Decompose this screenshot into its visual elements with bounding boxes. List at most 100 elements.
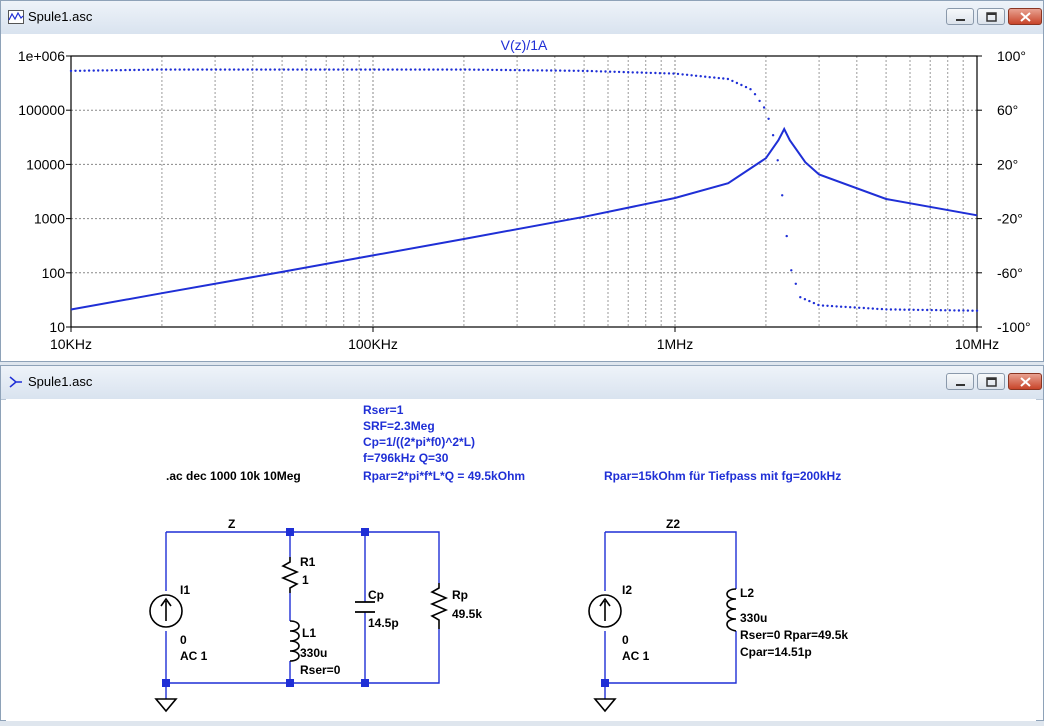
ground-right-icon[interactable] [593,698,617,713]
phase-point [672,72,675,75]
l2-rser-rpar[interactable]: Rser=0 Rpar=49.5k [740,628,848,642]
phase-point [613,70,616,73]
rp-value[interactable]: 49.5k [452,607,482,621]
phase-point [241,68,245,71]
phase-point [314,68,317,71]
phase-point [563,69,566,72]
inductor-l1[interactable] [289,620,300,662]
phase-point [459,68,462,71]
right-circuit-wires [604,531,737,699]
phase-point [708,76,711,79]
minimize-icon [956,384,965,386]
phase-point [957,309,961,312]
minimize-button[interactable] [946,373,974,390]
restore-button[interactable] [977,373,1005,390]
current-source-i1[interactable] [149,594,183,628]
phase-point [78,69,82,72]
note-srf[interactable]: SRF=2.3Meg [363,419,435,433]
phase-point [273,68,276,71]
current-source-i2[interactable] [588,594,622,628]
schematic-drawing[interactable]: Rser=1 SRF=2.3Meg Cp=1/((2*pi*f0)^2*L) f… [6,399,1036,721]
phase-point [146,68,150,71]
phase-point [749,88,752,91]
plot-titlebar[interactable]: Spule1.asc [1,1,1043,35]
close-button[interactable] [1008,8,1042,25]
i2-ac[interactable]: AC 1 [622,649,650,663]
phase-point [545,69,548,72]
note-rser[interactable]: Rser=1 [363,403,404,417]
phase-point [962,309,965,312]
schematic-canvas[interactable]: Rser=1 SRF=2.3Meg Cp=1/((2*pi*f0)^2*L) f… [6,399,1036,721]
phase-point [740,83,743,87]
phase-point [500,68,503,72]
net-label-z2[interactable]: Z2 [666,517,680,531]
y-left-tick-label: 100 [42,265,66,281]
plot-window: Spule1.asc V(z)/1A 1e+006 100000 10000 1000… [0,0,1044,362]
minimize-button[interactable] [946,8,974,25]
phase-point [269,68,272,71]
phase-point [812,301,816,305]
phase-point [359,68,363,71]
restore-button[interactable] [977,8,1005,25]
phase-point [935,308,938,312]
phase-point [830,304,834,308]
phase-point [912,308,915,311]
i2-value[interactable]: 0 [622,633,629,647]
phase-point [504,68,508,72]
cp-value[interactable]: 14.5p [368,616,399,630]
phase-point [255,68,258,71]
schematic-titlebar[interactable]: Spule1.asc [1,366,1043,400]
capacitor-cp[interactable] [355,601,375,613]
y-right-tick-label: -60° [997,265,1023,281]
r1-name[interactable]: R1 [300,555,316,569]
plot-pane[interactable]: V(z)/1A 1e+006 100000 10000 1000 100 10 100° 6… [1,34,1043,360]
l1-value[interactable]: 330u [300,646,327,660]
restore-icon [986,12,997,22]
phase-point [405,68,408,71]
phase-point [169,68,172,71]
phase-point [636,71,639,74]
r1-value[interactable]: 1 [302,573,309,587]
phase-point [223,68,227,71]
y-left-tick-label: 10 [49,319,65,335]
cp-name[interactable]: Cp [368,588,384,602]
phase-point [839,305,843,308]
phase-point [867,307,870,310]
l1-rser[interactable]: Rser=0 [300,663,341,677]
phase-point [971,309,974,312]
l2-cpar[interactable]: Cpar=14.51p [740,645,812,659]
bode-plot[interactable]: V(z)/1A 1e+006 100000 10000 1000 100 10 100° 6… [1,34,1043,360]
inductor-l2[interactable] [726,588,737,632]
l1-name[interactable]: L1 [302,626,316,640]
phase-point [309,68,313,71]
i1-name[interactable]: I1 [180,583,190,597]
close-button[interactable] [1008,373,1042,390]
net-label-z[interactable]: Z [228,517,235,531]
note-f-q[interactable]: f=796kHz Q=30 [363,451,449,465]
ac-directive[interactable]: .ac dec 1000 10k 10Meg [166,469,301,483]
y-left-tick-label: 100000 [18,102,65,118]
resistor-r1[interactable] [280,557,300,593]
note-cp-formula[interactable]: Cp=1/((2*pi*f0)^2*L) [363,435,475,449]
phase-point [731,79,734,83]
i1-value[interactable]: 0 [180,633,187,647]
phase-point [287,68,290,71]
note-rpar-lowpass[interactable]: Rpar=15kOhm für Tiefpass mit fg=200kHz [604,469,841,483]
note-rpar-formula[interactable]: Rpar=2*pi*f*L*Q = 49.5kOhm [363,469,525,483]
l2-name[interactable]: L2 [740,586,754,600]
rp-name[interactable]: Rp [452,588,468,602]
resistor-rp[interactable] [429,583,449,629]
phase-point [536,69,539,72]
i2-name[interactable]: I2 [622,583,632,597]
i1-ac[interactable]: AC 1 [180,649,208,663]
phase-point [821,304,825,307]
phase-point [799,296,802,299]
ground-left-icon[interactable] [154,698,178,713]
junction-dots [162,528,609,687]
phase-point [400,68,403,71]
phase-point [572,69,575,72]
phase-point [101,69,104,72]
l2-value[interactable]: 330u [740,611,767,625]
y-left-tick-label: 10000 [26,156,65,172]
x-tick-label: 100KHz [348,336,398,352]
